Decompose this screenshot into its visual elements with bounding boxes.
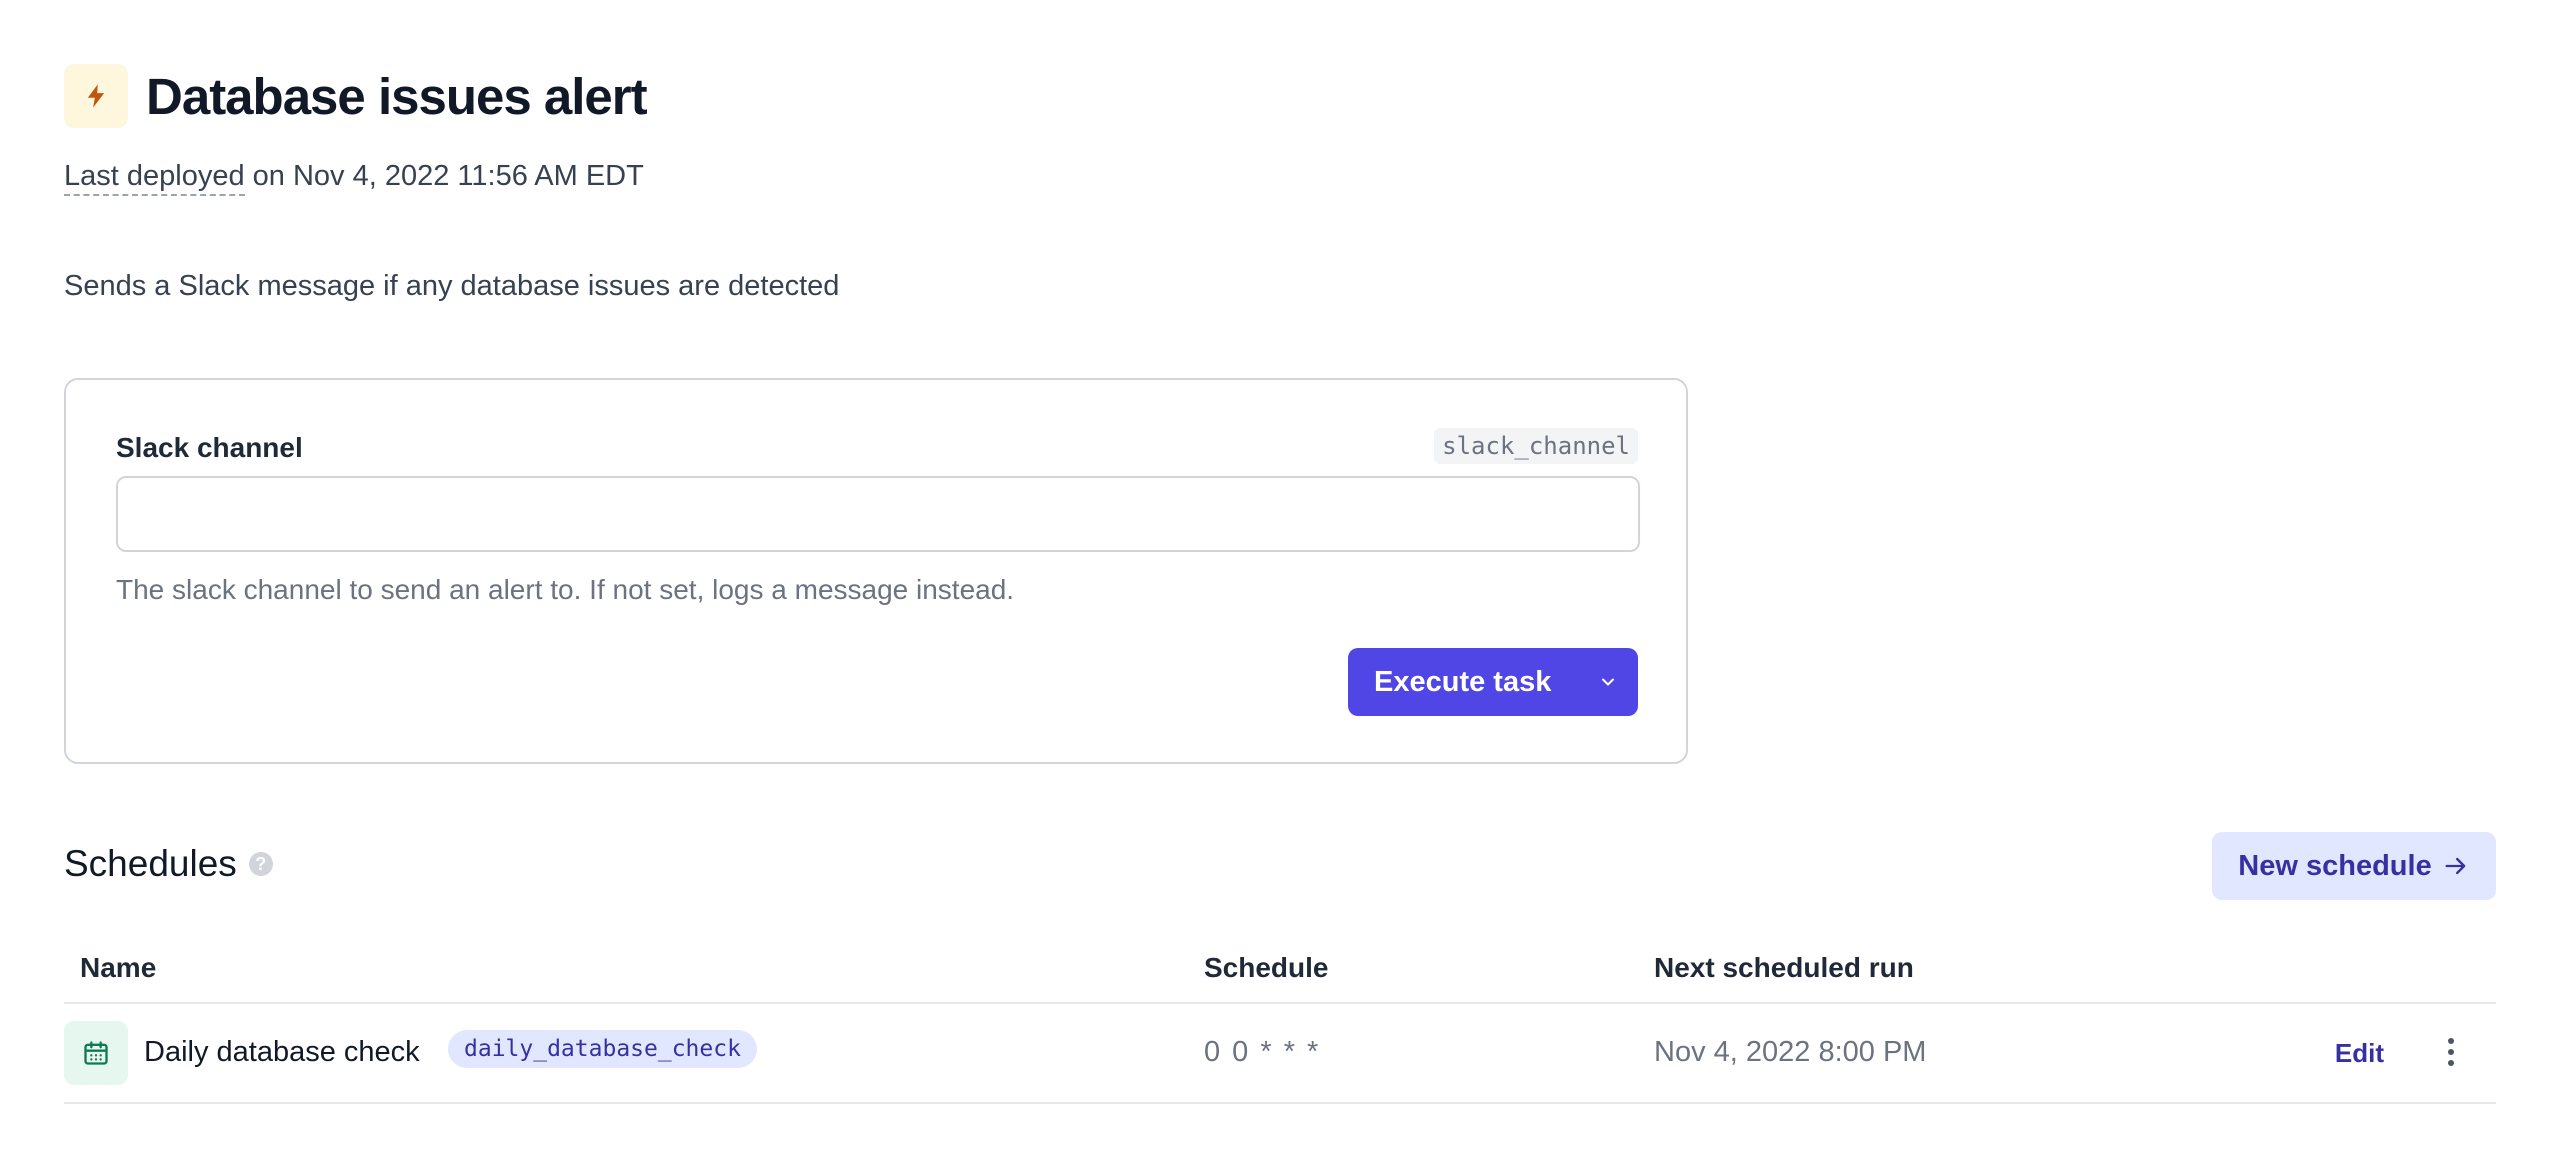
schedule-cron: 0 0 * * * [1204,1036,1321,1068]
chevron-down-icon[interactable] [1578,648,1638,716]
deploy-date: on Nov 4, 2022 11:56 AM EDT [244,160,644,192]
column-header-name: Name [80,952,157,983]
arrow-right-icon [2445,857,2466,875]
new-schedule-button[interactable]: New schedule [2212,832,2496,900]
task-page: Database issues alert Last deployed on N… [0,0,2560,1164]
more-vertical-icon[interactable] [2436,1030,2466,1074]
question-icon[interactable]: ? [248,852,273,876]
parameters-card: Slack channel slack_channel The slack ch… [64,378,1688,764]
table-row: Daily database check daily_database_chec… [64,1004,2496,1104]
more-vertical-svg [2448,1038,2454,1066]
schedule-slug: daily_database_check [448,1030,757,1068]
calendar-icon-svg [84,1041,108,1065]
bolt-icon-svg [87,84,105,108]
execute-task-button[interactable]: Execute task [1348,648,1638,716]
column-header-next-run: Next scheduled run [1654,952,1914,983]
slack-channel-slug: slack_channel [1434,428,1638,464]
last-deployed-tooltip-trigger[interactable]: Last deployed [64,160,245,196]
calendar-icon [64,1021,128,1085]
deploy-info: Last deployed on Nov 4, 2022 11:56 AM ED… [64,160,644,196]
slack-channel-input[interactable] [116,476,1640,552]
chevron-down-svg [1602,678,1614,686]
title-row: Database issues alert [64,64,648,128]
slack-channel-help: The slack channel to send an alert to. I… [116,574,1015,605]
schedule-name[interactable]: Daily database check [144,1036,420,1069]
slack-channel-label: Slack channel [116,432,303,463]
bolt-icon [64,64,128,128]
page-title: Database issues alert [146,67,648,125]
execute-task-label: Execute task [1374,665,1552,698]
schedule-next-run: Nov 4, 2022 8:00 PM [1654,1036,1927,1068]
schedules-table: Name Schedule Next scheduled run Daily d… [64,940,2496,1104]
new-schedule-label: New schedule [2238,849,2432,882]
schedules-title: Schedules [64,843,237,884]
edit-schedule-link[interactable]: Edit [2335,1038,2384,1069]
column-header-schedule: Schedule [1204,952,1329,983]
task-description: Sends a Slack message if any database is… [64,270,840,302]
schedules-heading: Schedules ? [64,842,273,886]
table-header: Name Schedule Next scheduled run [64,940,2496,1004]
